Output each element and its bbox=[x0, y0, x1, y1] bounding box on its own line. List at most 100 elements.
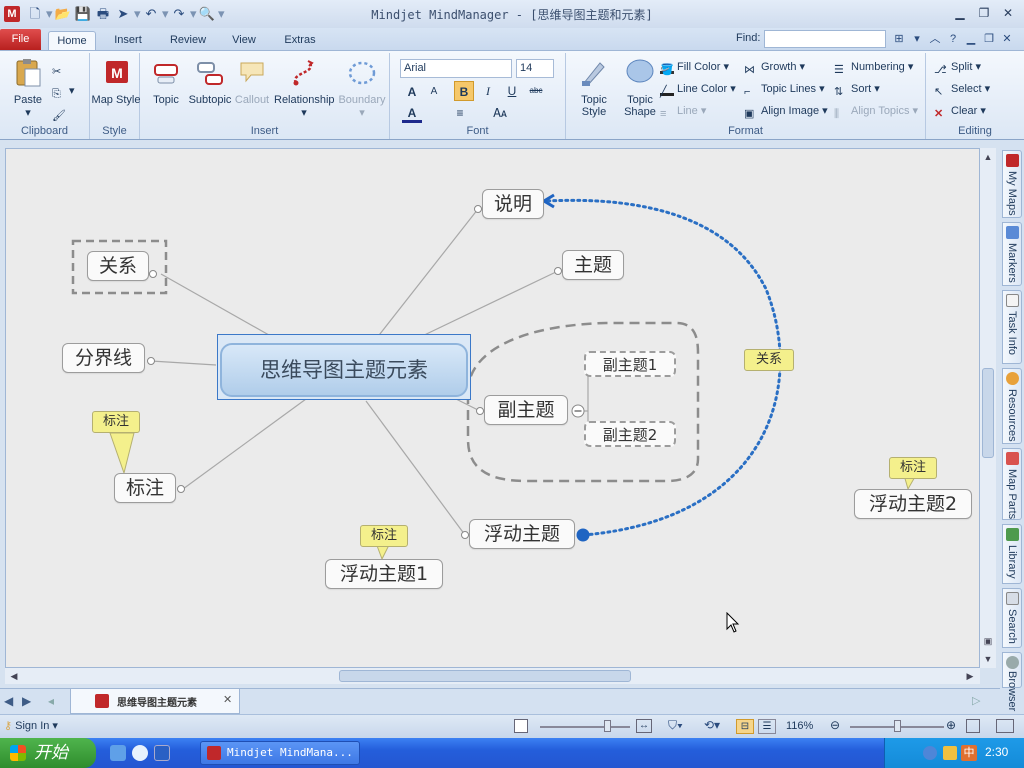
tray-network-icon[interactable] bbox=[923, 746, 937, 760]
side-tab-browser[interactable]: Browser bbox=[1002, 652, 1022, 711]
map-view-icon[interactable]: ⊟ bbox=[736, 719, 754, 734]
underline-button[interactable]: U bbox=[502, 81, 522, 101]
sort-button[interactable]: ⇅ Sort ▾ bbox=[834, 79, 880, 99]
tab-extras[interactable]: Extras bbox=[280, 31, 320, 50]
outline-view-icon[interactable]: ☰ bbox=[758, 719, 776, 734]
relationship-dropdown-icon[interactable]: ▾ bbox=[274, 106, 334, 119]
grow-font-button[interactable]: A bbox=[402, 82, 422, 102]
relationship-button[interactable]: Relationship ▾ bbox=[274, 57, 335, 119]
bold-button[interactable]: B bbox=[454, 81, 474, 101]
quicklaunch-ie-icon[interactable] bbox=[132, 745, 148, 761]
balance-map-icon[interactable]: ⟲▾ bbox=[704, 718, 720, 732]
tab-view[interactable]: View bbox=[228, 31, 260, 50]
find-dropdown-icon[interactable]: ▾ bbox=[910, 31, 924, 47]
cut-button[interactable]: ✂ bbox=[52, 59, 69, 79]
map-style-button[interactable]: M Map Style bbox=[90, 57, 142, 106]
paste-button[interactable]: Paste ▾ bbox=[2, 57, 54, 119]
align-text-icon[interactable]: ≡ bbox=[450, 103, 470, 123]
floating-topic-2[interactable]: 浮动主题2 bbox=[854, 489, 972, 519]
italic-button[interactable]: I bbox=[478, 81, 498, 101]
topic-fudong[interactable]: 浮动主题 bbox=[469, 519, 575, 549]
save-icon[interactable]: 💾 bbox=[74, 5, 92, 23]
font-size-select[interactable]: 14 bbox=[516, 59, 554, 78]
side-tab-search[interactable]: Search bbox=[1002, 588, 1022, 648]
align-topics-button[interactable]: ⫼ Align Topics ▾ bbox=[834, 101, 918, 121]
topic-style-button[interactable]: Topic Style bbox=[568, 57, 620, 118]
text-format-icon[interactable]: 🗛 bbox=[490, 103, 510, 123]
align-image-button[interactable]: ▣ Align Image ▾ bbox=[744, 101, 828, 121]
zoom-out-icon[interactable]: ⊖ bbox=[830, 718, 840, 732]
fill-color-button[interactable]: 🪣 Fill Color ▾ bbox=[660, 57, 729, 77]
font-family-select[interactable]: Arial bbox=[400, 59, 512, 78]
print-preview-icon[interactable]: 🔍 bbox=[198, 5, 216, 23]
side-tab-resources[interactable]: Resources bbox=[1002, 368, 1022, 444]
side-tab-my-maps[interactable]: My Maps bbox=[1002, 150, 1022, 218]
doc-scroll-right-icon[interactable]: ▷ bbox=[972, 694, 980, 707]
find-input[interactable] bbox=[764, 30, 886, 48]
tray-shield-icon[interactable] bbox=[943, 746, 957, 760]
doc-minimize-icon[interactable]: ▁ bbox=[964, 31, 978, 47]
taskbar-mindmanager-item[interactable]: Mindjet MindMana... bbox=[200, 741, 360, 765]
close-button[interactable]: ✕ bbox=[998, 5, 1018, 21]
zoom-slider-thumb[interactable] bbox=[894, 720, 901, 732]
customize-qat-icon[interactable]: ▾ bbox=[218, 5, 225, 23]
topic-shape-button[interactable]: Topic Shape bbox=[614, 57, 666, 118]
binoculars-icon[interactable]: ⊞ bbox=[892, 31, 906, 47]
tab-home[interactable]: Home bbox=[48, 31, 96, 50]
tray-ime-icon[interactable]: 中 bbox=[961, 745, 977, 761]
clock[interactable]: 2:30 bbox=[985, 745, 1008, 759]
boundary-button[interactable]: Boundary ▾ bbox=[336, 57, 388, 119]
doc-close-icon[interactable]: ✕ bbox=[1000, 31, 1014, 47]
line-button[interactable]: ≡ Line ▾ bbox=[660, 101, 706, 121]
zoom-fit-icon[interactable]: ▣ bbox=[981, 634, 995, 648]
print-icon[interactable]: 🖶 bbox=[94, 5, 112, 23]
tab-file[interactable]: File bbox=[0, 29, 41, 50]
line-color-button[interactable]: ╱ Line Color ▾ bbox=[660, 79, 736, 99]
zoom-fit-page-icon[interactable] bbox=[966, 719, 980, 733]
numbering-button[interactable]: ☰ Numbering ▾ bbox=[834, 57, 913, 77]
overview-icon[interactable] bbox=[514, 719, 528, 733]
topic-fenjiexian[interactable]: 分界线 bbox=[62, 343, 145, 373]
topic-lines-button[interactable]: ⌐ Topic Lines ▾ bbox=[744, 79, 825, 99]
callout-button[interactable]: Callout bbox=[226, 57, 278, 106]
topic-biaozhu[interactable]: 标注 bbox=[114, 473, 176, 503]
doc-nav-list-icon[interactable]: ◂ bbox=[48, 694, 54, 708]
boundary-dropdown-icon[interactable]: ▾ bbox=[336, 106, 388, 119]
select-button[interactable]: ↖ Select ▾ bbox=[934, 79, 990, 99]
topic-fuzhuti[interactable]: 副主题 bbox=[484, 395, 568, 425]
horizontal-scrollbar[interactable]: ◀ ▶ bbox=[5, 668, 980, 684]
tab-review[interactable]: Review bbox=[166, 31, 210, 50]
scroll-down-icon[interactable]: ▼ bbox=[981, 652, 995, 666]
copy-button[interactable]: ⎘ ▾ bbox=[52, 81, 75, 101]
relationship-label[interactable]: 关系 bbox=[744, 349, 794, 371]
scroll-right-icon[interactable]: ▶ bbox=[963, 669, 977, 683]
undo-icon[interactable]: ↶ bbox=[142, 5, 160, 23]
collapse-ribbon-icon[interactable]: ︿ bbox=[928, 31, 942, 47]
topic-guanxi[interactable]: 关系 bbox=[87, 251, 149, 281]
sign-in-button[interactable]: ⚷ Sign In ▾ bbox=[4, 719, 58, 732]
tab-insert[interactable]: Insert bbox=[108, 31, 148, 50]
new-document-icon[interactable]: 🗋 bbox=[26, 5, 44, 23]
relationship-start-handle[interactable] bbox=[576, 528, 590, 542]
shrink-font-button[interactable]: A bbox=[424, 82, 444, 102]
subtopic-2[interactable]: 副主题2 bbox=[584, 421, 676, 447]
side-tab-task-info[interactable]: Task Info bbox=[1002, 290, 1022, 364]
callout-1[interactable]: 标注 bbox=[92, 411, 140, 433]
send-icon[interactable]: ➤ bbox=[114, 5, 132, 23]
document-close-icon[interactable]: ✕ bbox=[223, 693, 232, 706]
minimize-button[interactable]: ▁ bbox=[950, 5, 970, 21]
floating-topic-1[interactable]: 浮动主题1 bbox=[325, 559, 443, 589]
clear-button[interactable]: ✕ Clear ▾ bbox=[934, 101, 986, 121]
vertical-scroll-thumb[interactable] bbox=[982, 368, 994, 458]
topic-shuoming[interactable]: 说明 bbox=[482, 189, 544, 219]
fit-slider-thumb[interactable] bbox=[604, 720, 611, 732]
split-button[interactable]: ⎇ Split ▾ bbox=[934, 57, 981, 77]
zoom-in-icon[interactable]: ⊕ bbox=[946, 718, 956, 732]
doc-restore-icon[interactable]: ❐ bbox=[982, 31, 996, 47]
doc-nav-forward-icon[interactable]: ▶ bbox=[22, 694, 31, 708]
horizontal-scroll-thumb[interactable] bbox=[339, 670, 631, 682]
growth-button[interactable]: ⋈ Growth ▾ bbox=[744, 57, 805, 77]
redo-icon[interactable]: ↷ bbox=[170, 5, 188, 23]
map-canvas[interactable]: 思维导图主题元素 说明 主题 关系 分界线 标注 副主题 浮动主题 浮动主题1 … bbox=[5, 148, 980, 668]
send-dropdown-icon[interactable]: ▾ bbox=[134, 5, 141, 23]
